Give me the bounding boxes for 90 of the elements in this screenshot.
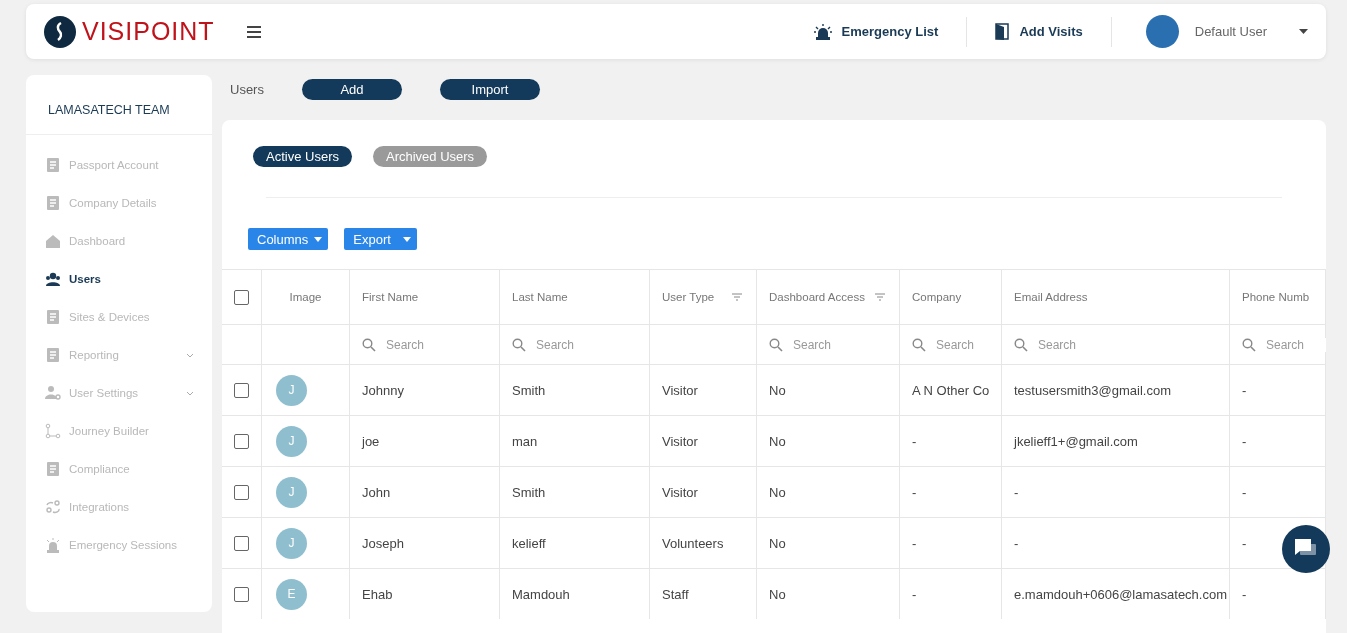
- table-cell: Smith: [512, 382, 546, 398]
- table-cell: -: [912, 484, 917, 500]
- table-cell: -: [1242, 484, 1247, 500]
- avatar-initial: J: [276, 425, 307, 457]
- column-header[interactable]: First Name: [362, 291, 419, 303]
- avatar-photo: [1145, 15, 1179, 48]
- table-cell: Visitor: [662, 484, 698, 500]
- table-cell: Mamdouh: [512, 586, 570, 602]
- sync-icon: [45, 499, 61, 515]
- table-cell: Joseph: [362, 535, 404, 551]
- checkbox[interactable]: [234, 382, 249, 398]
- column-header[interactable]: Phone Numb: [1242, 291, 1310, 303]
- avatar-initial: E: [276, 578, 307, 610]
- caret-icon[interactable]: [1299, 29, 1308, 34]
- table-cell: Staff: [662, 586, 689, 602]
- logo-text: VISIPOINT: [82, 17, 215, 46]
- table-cell: -: [912, 433, 917, 449]
- table-cell: -: [1242, 586, 1247, 602]
- table-cell: -: [1242, 382, 1247, 398]
- avatar-initial: J: [276, 374, 307, 406]
- table-cell: kelieff: [512, 535, 546, 551]
- caret-icon: [314, 236, 323, 242]
- column-header[interactable]: Image: [289, 291, 322, 303]
- logo-icon: [44, 15, 76, 48]
- checkbox[interactable]: [234, 586, 249, 602]
- table-cell: No: [769, 484, 786, 500]
- search-icon: [512, 337, 526, 352]
- table-cell: -: [1242, 535, 1247, 551]
- table-cell: Ehab: [362, 586, 393, 602]
- action-button[interactable]: Import: [439, 78, 540, 100]
- table-cell: No: [769, 433, 786, 449]
- search-icon: [769, 337, 783, 352]
- sidebar-item[interactable]: Users: [26, 260, 212, 298]
- table-cell: Volunteers: [662, 535, 724, 551]
- search-icon: [1242, 337, 1256, 352]
- column-header[interactable]: Dashboard Access: [769, 291, 865, 303]
- column-header[interactable]: Company: [912, 291, 962, 303]
- checkbox[interactable]: [234, 484, 249, 500]
- table-cell: -: [912, 586, 917, 602]
- table-cell: A N Other Co: [912, 382, 990, 398]
- table-cell: testusersmith3@gmail.com: [1014, 382, 1171, 398]
- column-header[interactable]: Last Name: [512, 291, 568, 303]
- route-icon: [45, 423, 61, 439]
- dropdown-button[interactable]: Columns: [248, 228, 329, 250]
- search-icon: [362, 337, 376, 352]
- checkbox[interactable]: [234, 433, 249, 449]
- chevron-icon: [186, 352, 194, 358]
- header-link[interactable]: Add Visits: [967, 23, 1111, 40]
- checkbox[interactable]: [234, 535, 249, 551]
- caret-icon: [402, 236, 411, 242]
- avatar-initial: J: [276, 476, 307, 508]
- table-cell: e.mamdouh+0606@lamasatech.com: [1014, 586, 1227, 602]
- users-icon: [45, 271, 61, 287]
- search-icon: [1014, 337, 1028, 352]
- page-title: Users: [230, 81, 264, 97]
- table-cell: Smith: [512, 484, 546, 500]
- chevron-icon: [186, 390, 194, 396]
- header-link[interactable]: Emergency List: [785, 23, 967, 40]
- menu-icon[interactable]: [246, 25, 261, 38]
- table-cell: Visitor: [662, 433, 698, 449]
- table-cell: -: [912, 535, 917, 551]
- user-name[interactable]: Default User: [1194, 24, 1267, 39]
- team-name: LAMASATECH TEAM: [26, 75, 212, 135]
- table-cell: No: [769, 586, 786, 602]
- siren-icon: [813, 23, 832, 40]
- avatar-initial: J: [276, 527, 307, 559]
- table-cell: John: [362, 484, 391, 500]
- table-cell: -: [1014, 484, 1019, 500]
- user-settings-icon: [45, 385, 61, 401]
- table-cell: Visitor: [662, 382, 698, 398]
- action-button[interactable]: Add: [301, 78, 402, 100]
- table-cell: man: [512, 433, 538, 449]
- dropdown-button[interactable]: Export: [344, 228, 417, 250]
- table-cell: No: [769, 382, 786, 398]
- search-icon: [912, 337, 926, 352]
- table-cell: No: [769, 535, 786, 551]
- search-field[interactable]: Search: [1266, 337, 1326, 352]
- door-icon: [995, 23, 1010, 40]
- table-cell: Johnny: [362, 382, 404, 398]
- checkbox[interactable]: [234, 289, 249, 305]
- tab[interactable]: Archived Users: [372, 146, 488, 167]
- column-header[interactable]: Email Address: [1014, 291, 1088, 303]
- column-header[interactable]: User Type: [662, 291, 715, 303]
- siren-icon: [45, 537, 61, 553]
- table-cell: jkelieff1+@gmail.com: [1014, 433, 1138, 449]
- tab[interactable]: Active Users: [253, 146, 352, 167]
- table-cell: -: [1014, 535, 1019, 551]
- table-cell: -: [1242, 433, 1247, 449]
- table-cell: joe: [362, 433, 380, 449]
- home-icon: [45, 233, 61, 249]
